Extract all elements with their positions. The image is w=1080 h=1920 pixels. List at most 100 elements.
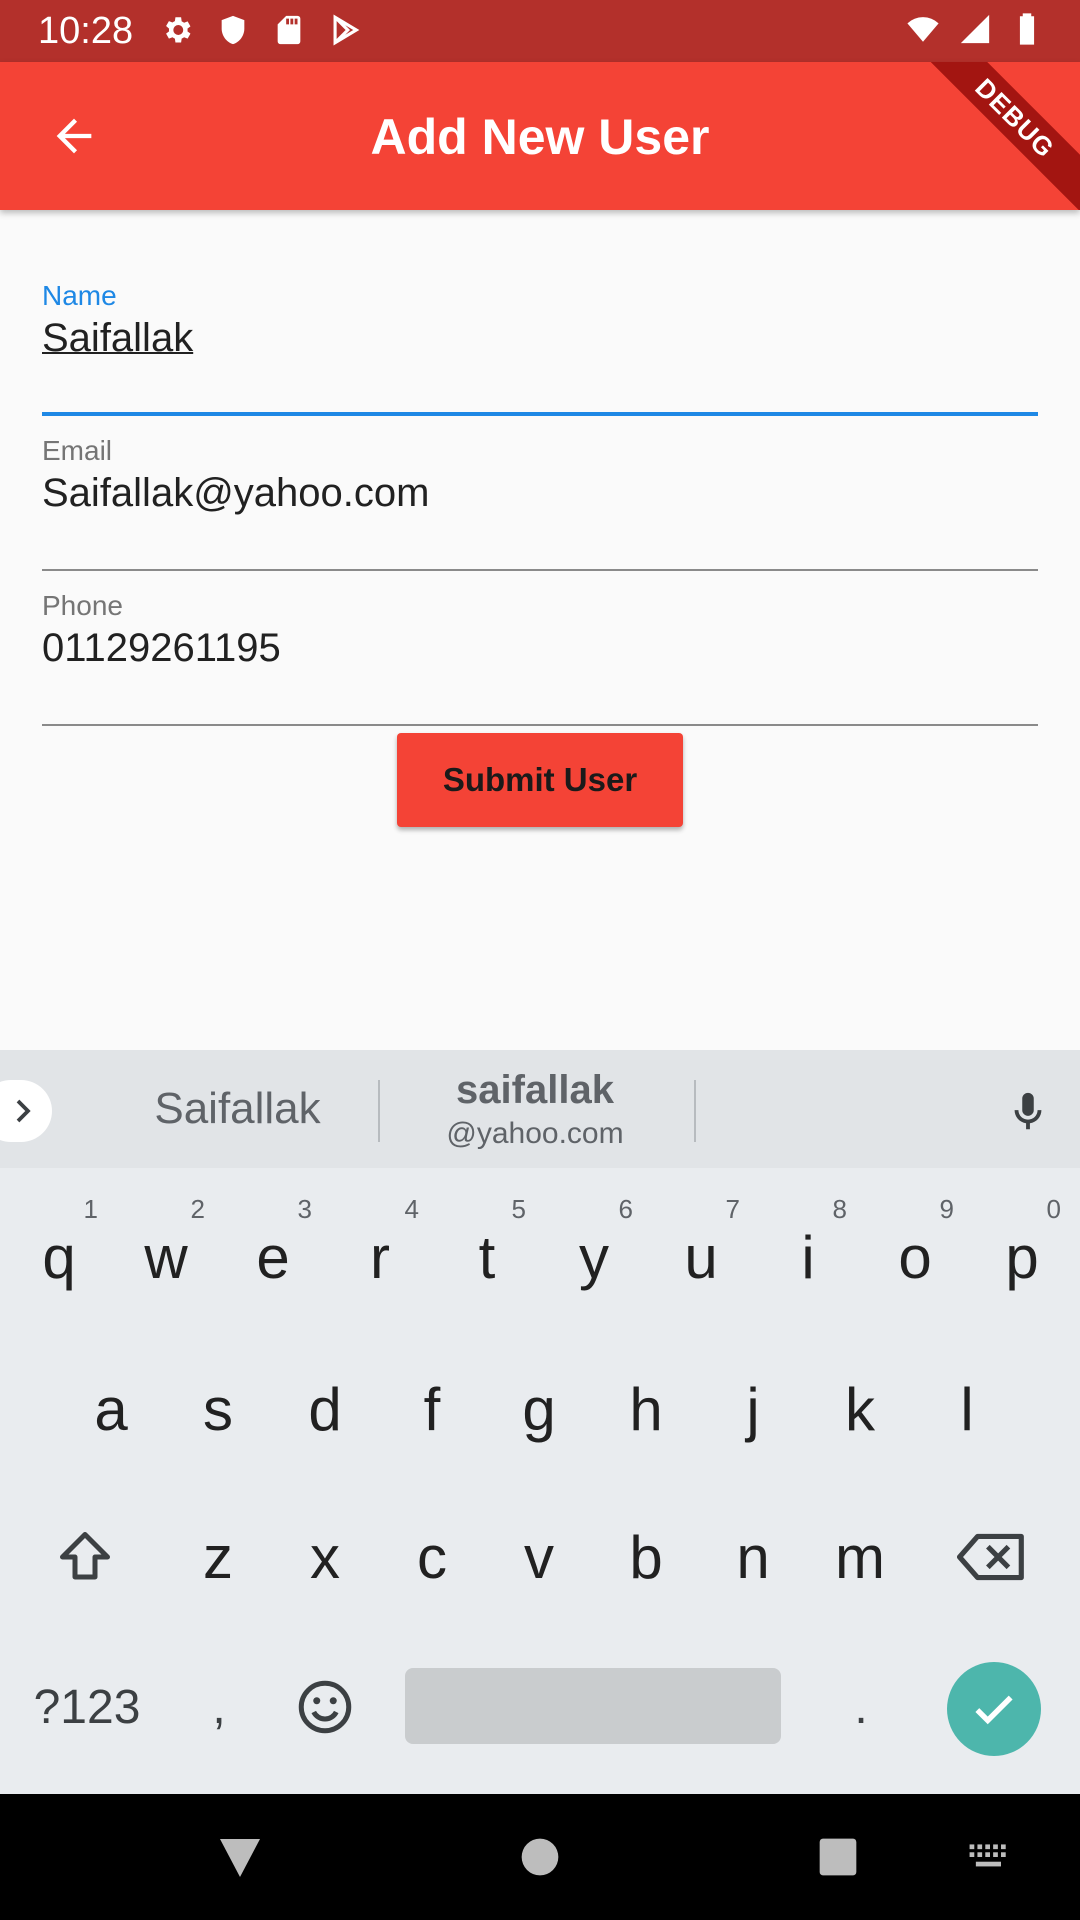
key-label: t [478, 1223, 496, 1291]
email-input[interactable]: Saifallak@yahoo.com [42, 471, 429, 516]
key-number-hint: 5 [511, 1194, 526, 1224]
suggestion-2-main: saifallak [456, 1067, 614, 1112]
space-key[interactable] [405, 1668, 781, 1744]
key-j[interactable]: j [700, 1334, 806, 1484]
page-title: Add New User [370, 109, 710, 165]
key-number-hint: 9 [939, 1194, 954, 1224]
voice-input-button[interactable] [998, 1082, 1058, 1142]
wifi-icon [907, 17, 939, 42]
nav-back-button[interactable] [200, 1820, 280, 1894]
key-number-hint: 2 [190, 1194, 205, 1224]
key-label: i [801, 1223, 815, 1291]
status-icons-right [906, 12, 1044, 46]
key-number-hint: 6 [618, 1194, 633, 1224]
key-label: o [898, 1223, 932, 1291]
phone-label: Phone [42, 590, 123, 621]
key-v[interactable]: v [486, 1482, 592, 1632]
key-number-hint: 3 [297, 1194, 312, 1224]
emoji-key[interactable] [272, 1632, 378, 1782]
app-bar: Add New User DEBUG [0, 62, 1080, 210]
enter-key[interactable] [947, 1662, 1041, 1756]
key-a[interactable]: a [58, 1334, 164, 1484]
key-label: y [579, 1223, 609, 1291]
suggestion-2[interactable]: saifallak @yahoo.com [380, 1050, 690, 1168]
name-underline [42, 412, 1038, 416]
keyboard-switch-button[interactable] [950, 1820, 1030, 1894]
symbols-key[interactable]: ?123 [32, 1632, 142, 1782]
phone-input[interactable]: 01129261195 [42, 626, 281, 671]
comma-key[interactable]: , [166, 1632, 272, 1782]
key-label: w [144, 1223, 188, 1291]
microphone-icon [1014, 1092, 1042, 1130]
key-q[interactable]: q1 [6, 1182, 112, 1332]
key-c[interactable]: c [379, 1482, 485, 1632]
key-label: r [370, 1223, 390, 1291]
key-k[interactable]: k [807, 1334, 913, 1484]
phone-underline [42, 724, 1038, 726]
suggestion-2-sub: @yahoo.com [446, 1116, 624, 1150]
email-underline [42, 569, 1038, 571]
key-label: e [256, 1223, 290, 1291]
key-p[interactable]: p0 [969, 1182, 1075, 1332]
backspace-key[interactable] [940, 1482, 1046, 1632]
suggestion-strip: Saifallak saifallak @yahoo.com [0, 1050, 1080, 1168]
key-x[interactable]: x [272, 1482, 378, 1632]
key-s[interactable]: s [165, 1334, 271, 1484]
key-t[interactable]: t5 [434, 1182, 540, 1332]
shift-key[interactable] [32, 1482, 138, 1632]
key-h[interactable]: h [593, 1334, 699, 1484]
key-f[interactable]: f [379, 1334, 485, 1484]
suggestion-1[interactable]: Saifallak [100, 1050, 375, 1168]
key-label: q [42, 1223, 76, 1291]
shift-icon [60, 1532, 110, 1580]
key-m[interactable]: m [807, 1482, 913, 1632]
key-o[interactable]: o9 [862, 1182, 968, 1332]
name-label: Name [42, 280, 117, 311]
key-r[interactable]: r4 [327, 1182, 433, 1332]
recents-square-icon [819, 1838, 857, 1876]
key-number-hint: 7 [725, 1194, 740, 1224]
key-n[interactable]: n [700, 1482, 806, 1632]
email-label: Email [42, 435, 113, 466]
key-label: u [684, 1223, 718, 1291]
key-b[interactable]: b [593, 1482, 699, 1632]
soft-keyboard: Saifallak saifallak @yahoo.com q1w2e3r4t… [0, 1050, 1080, 1794]
status-time: 10:28 [38, 10, 134, 52]
name-field[interactable]: Name Saifallak [42, 280, 1038, 430]
key-d[interactable]: d [272, 1334, 378, 1484]
sd-card-icon [277, 15, 301, 45]
key-w[interactable]: w2 [113, 1182, 219, 1332]
key-i[interactable]: i8 [755, 1182, 861, 1332]
nav-home-button[interactable] [500, 1820, 580, 1894]
key-l[interactable]: l [914, 1334, 1020, 1484]
key-number-hint: 0 [1046, 1194, 1061, 1224]
key-e[interactable]: e3 [220, 1182, 326, 1332]
suggestion-divider [694, 1080, 696, 1142]
key-y[interactable]: y6 [541, 1182, 647, 1332]
expand-toolbar-button[interactable] [0, 1080, 52, 1142]
phone-field[interactable]: Phone 01129261195 [42, 590, 1038, 740]
key-u[interactable]: u7 [648, 1182, 754, 1332]
home-circle-icon [521, 1838, 559, 1876]
key-label: p [1005, 1223, 1039, 1291]
email-field[interactable]: Email Saifallak@yahoo.com [42, 435, 1038, 585]
chevron-right-icon [16, 1099, 31, 1123]
status-icons-left [160, 13, 362, 47]
name-input[interactable]: Saifallak [42, 316, 193, 361]
key-number-hint: 8 [832, 1194, 847, 1224]
period-key[interactable]: . [808, 1632, 914, 1782]
shield-icon [221, 15, 245, 45]
back-triangle-icon [220, 1839, 260, 1877]
gear-icon [166, 17, 191, 43]
submit-user-button[interactable]: Submit User [397, 733, 683, 827]
key-number-hint: 1 [83, 1194, 98, 1224]
emoji-icon [298, 1680, 352, 1734]
nav-recents-button[interactable] [798, 1820, 878, 1894]
backspace-icon [957, 1533, 1024, 1581]
key-z[interactable]: z [165, 1482, 271, 1632]
status-bar: 10:28 [0, 0, 1080, 62]
key-g[interactable]: g [486, 1334, 592, 1484]
signal-icon [960, 14, 990, 44]
key-number-hint: 4 [404, 1194, 419, 1224]
play-store-icon [333, 14, 360, 46]
